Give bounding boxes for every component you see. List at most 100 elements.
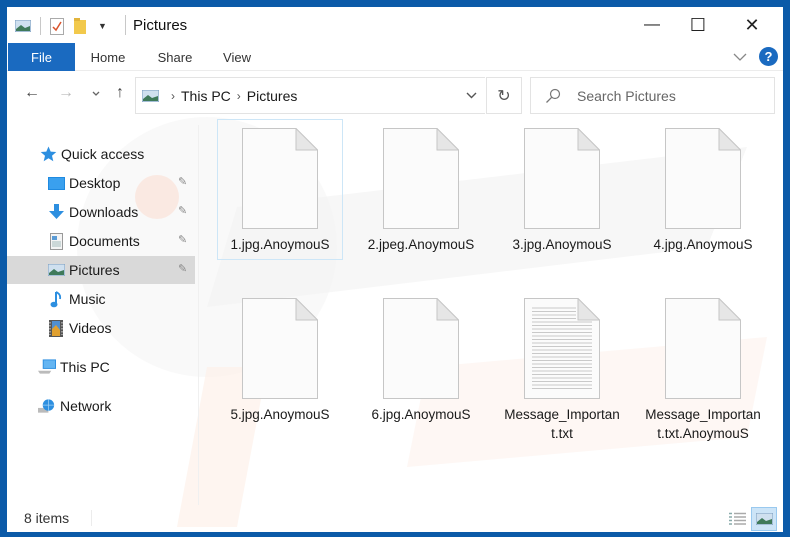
arrow-right-icon: → [58,84,74,101]
documents-icon [47,232,65,250]
large-icons-view-button[interactable] [751,507,777,531]
status-bar: 8 items [7,505,783,532]
sidebar-item-music[interactable]: Music [7,285,195,313]
file-item[interactable]: Message_Important.txt.AnoymouS [640,289,766,449]
close-icon: ✕ [744,14,760,35]
star-icon [39,145,57,163]
download-icon [47,203,65,221]
search-input[interactable]: Search Pictures [530,77,775,114]
refresh-icon: ↻ [497,87,511,105]
refresh-button[interactable]: ↻ [486,77,522,114]
address-history-dropdown[interactable] [457,77,485,114]
pictures-location-icon [142,89,159,102]
quick-access-toolbar: ▼ [15,17,107,35]
pin-icon[interactable]: ✎ [178,175,187,188]
blank-file-icon [242,298,318,399]
sidebar-label: Downloads [69,204,139,220]
arrow-up-icon: ↑ [116,84,124,101]
maximize-icon: ☐ [689,14,707,35]
sidebar-label: Pictures [69,262,120,278]
customize-toolbar-dropdown-icon[interactable]: ▼ [98,21,107,31]
computer-icon [38,358,56,376]
file-item[interactable]: 6.jpg.AnoymouS [358,289,484,449]
chevron-down-icon [733,53,747,61]
recent-locations-button[interactable] [85,82,107,104]
sidebar-label: Videos [69,320,112,336]
ribbon-tabs: File Home Share View ? [7,43,783,71]
file-name: 1.jpg.AnoymouS [230,237,330,252]
sidebar-item-network[interactable]: Network [7,392,195,420]
music-icon [47,290,65,308]
help-button[interactable]: ? [759,47,778,66]
blank-file-icon [383,128,459,229]
file-name: 2.jpeg.AnoymouS [367,237,475,252]
minimize-icon: — [644,16,660,33]
address-bar[interactable]: › This PC › Pictures [135,77,485,114]
blank-file-icon [524,128,600,229]
file-explorer-window: ▼ Pictures — ☐ ✕ File Home Share View ? … [7,7,783,532]
file-item[interactable]: 1.jpg.AnoymouS [217,119,343,279]
file-name: Message_Important.txt.AnoymouS [645,407,761,441]
details-view-button[interactable] [726,509,748,529]
large-icons-view-icon [755,513,773,525]
up-button[interactable]: ↑ [109,82,131,104]
sidebar-label: Quick access [61,146,145,162]
breadcrumb-pictures[interactable]: Pictures [247,88,298,104]
blank-file-icon [665,128,741,229]
tab-view[interactable]: View [213,43,261,71]
pin-icon[interactable]: ✎ [178,262,187,275]
item-count: 8 items [24,510,70,526]
maximize-button[interactable]: ☐ [675,7,721,43]
tab-share[interactable]: Share [149,43,201,71]
sidebar-item-pictures[interactable]: Pictures ✎ [7,256,195,284]
sidebar-label: Music [69,291,106,307]
sidebar-label: Documents [69,233,140,249]
pin-icon[interactable]: ✎ [178,204,187,217]
file-item[interactable]: Message_Important.txt [499,289,625,449]
pictures-icon [47,261,65,279]
breadcrumb-separator: › [171,88,175,103]
file-item[interactable]: 3.jpg.AnoymouS [499,119,625,279]
properties-icon[interactable] [50,17,64,35]
toolbar-separator [40,17,41,35]
chevron-down-icon [466,92,476,99]
breadcrumb-separator: › [236,88,241,103]
sidebar-item-documents[interactable]: Documents ✎ [7,227,195,255]
file-item[interactable]: 2.jpeg.AnoymouS [358,119,484,279]
sidebar-item-quick-access[interactable]: Quick access [7,140,195,168]
file-name: Message_Important.txt [504,407,620,441]
sidebar-label: Desktop [69,175,121,191]
file-item[interactable]: 5.jpg.AnoymouS [217,289,343,449]
tab-home[interactable]: Home [82,43,134,71]
file-item[interactable]: 4.jpg.AnoymouS [640,119,766,279]
breadcrumb-this-pc[interactable]: This PC [181,88,231,104]
minimize-button[interactable]: — [629,7,675,43]
window-title: Pictures [133,17,188,34]
search-icon [546,88,561,103]
sidebar-item-desktop[interactable]: Desktop ✎ [7,169,195,197]
expand-ribbon-button[interactable] [731,48,749,66]
pictures-folder-icon [15,20,31,32]
desktop-icon [47,174,65,192]
status-separator [91,510,92,526]
blank-file-icon [383,298,459,399]
new-folder-icon[interactable] [74,18,86,34]
sidebar-label: Network [60,398,112,414]
sidebar-item-downloads[interactable]: Downloads ✎ [7,198,195,226]
pane-divider[interactable] [198,125,199,505]
back-button[interactable]: ← [21,82,43,104]
text-document-icon [524,298,600,399]
tab-file[interactable]: File [8,43,75,71]
forward-button[interactable]: → [55,82,77,104]
sidebar-item-videos[interactable]: Videos [7,314,195,342]
arrow-left-icon: ← [24,84,40,101]
sidebar-item-this-pc[interactable]: This PC [7,353,195,381]
blank-file-icon [665,298,741,399]
title-separator [125,15,126,35]
videos-icon [47,319,65,337]
navigation-pane: Quick access Desktop ✎ Downloads ✎ Docum… [7,125,197,505]
pin-icon[interactable]: ✎ [178,233,187,246]
network-icon [38,397,56,415]
sidebar-label: This PC [60,359,110,375]
close-button[interactable]: ✕ [729,7,775,43]
